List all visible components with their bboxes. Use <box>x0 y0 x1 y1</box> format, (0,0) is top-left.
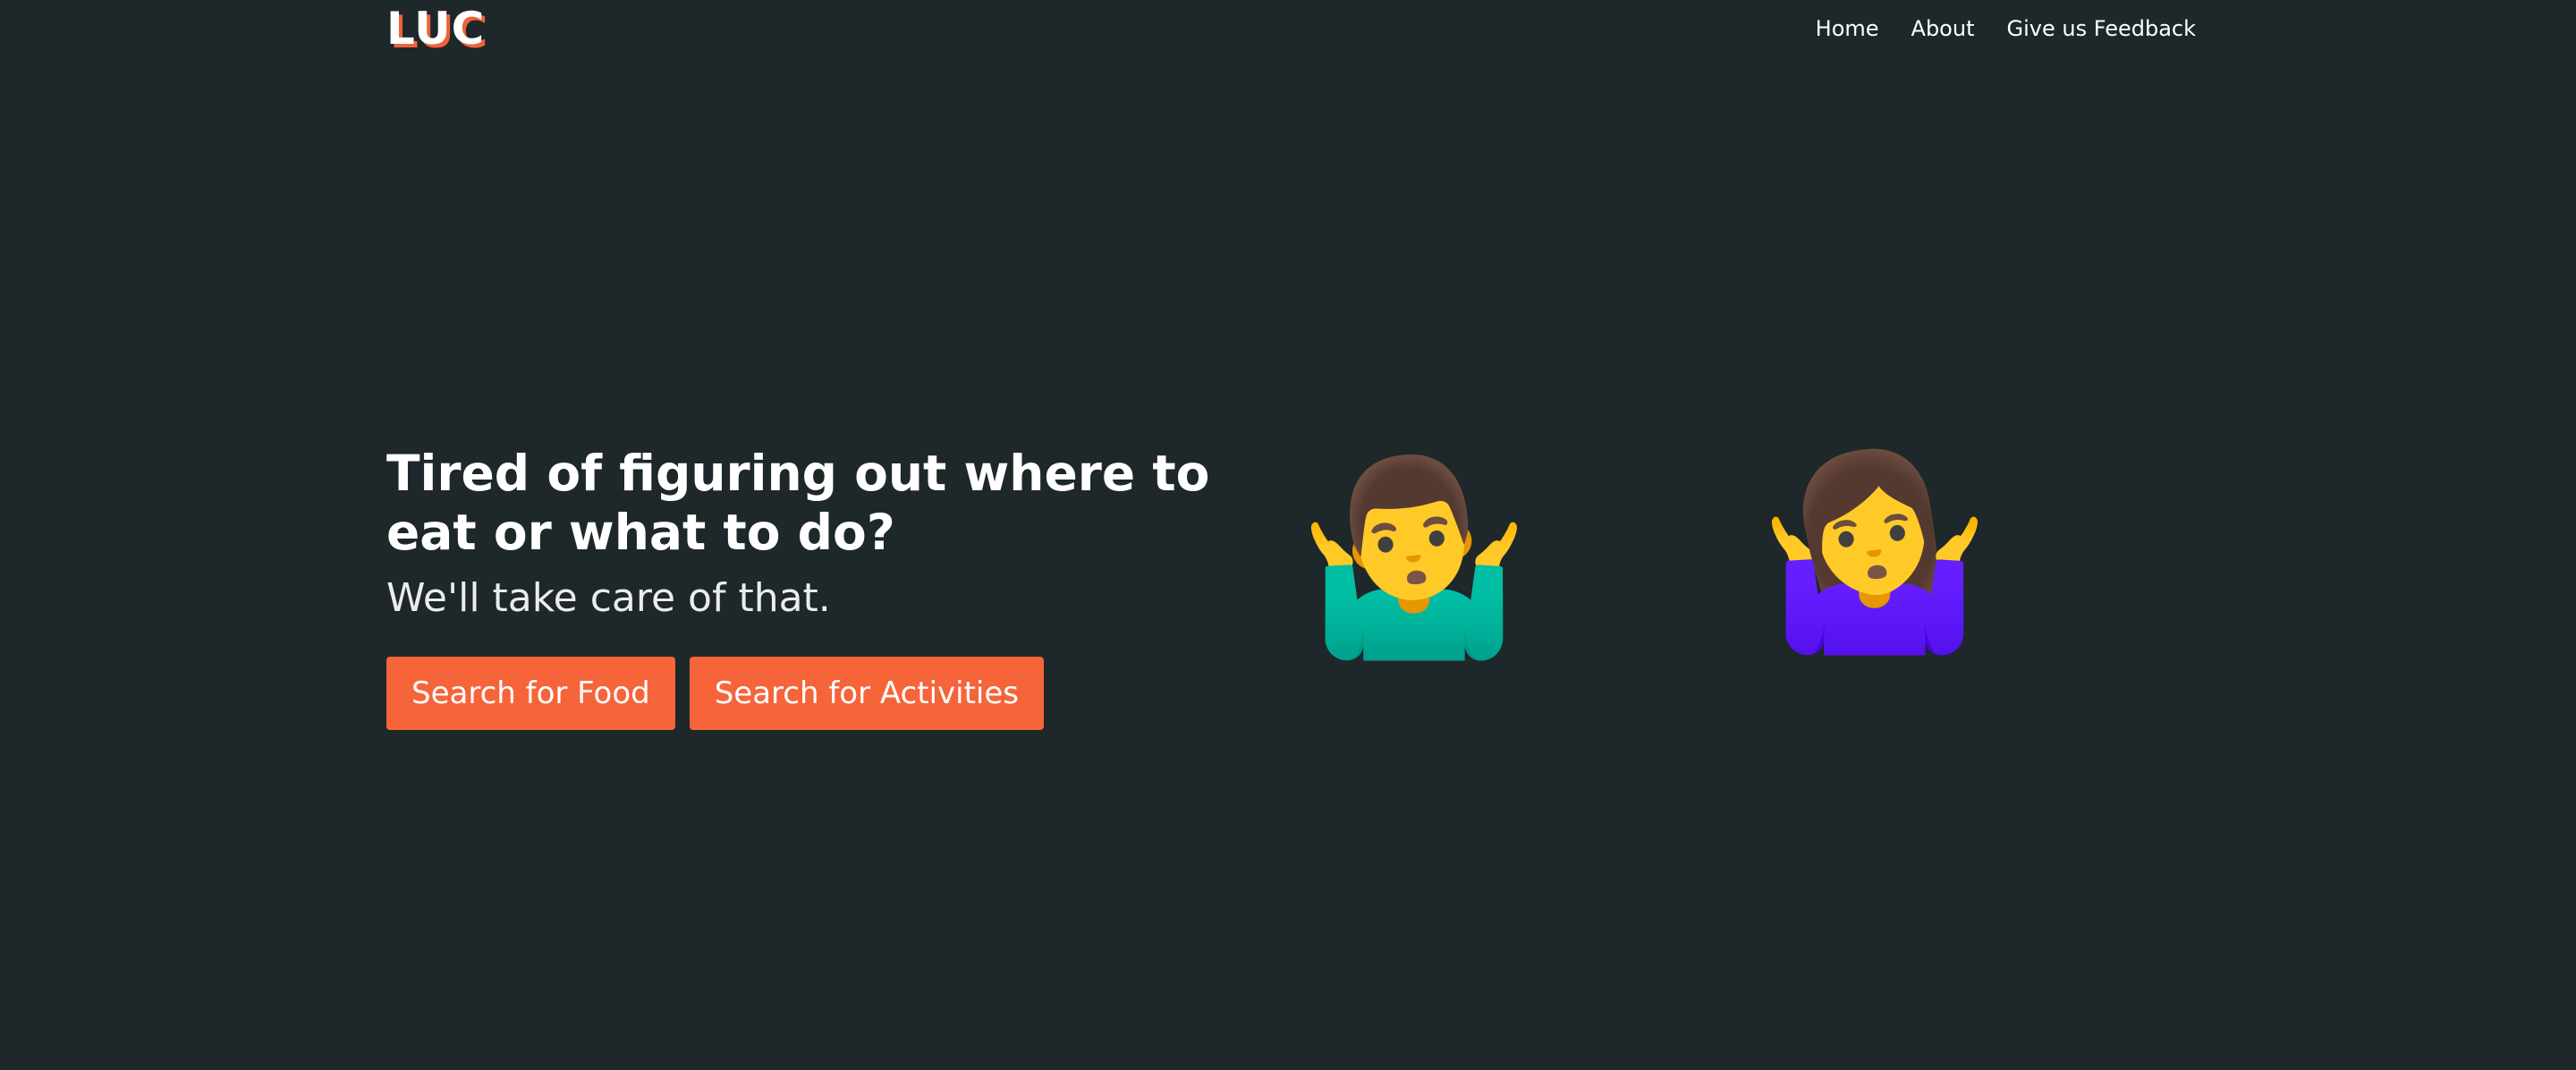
nav-about-link[interactable]: About <box>1911 13 1975 45</box>
hero-buttons: Search for Food Search for Activities <box>386 657 1263 730</box>
hero-headline: Tired of figuring out where to eat or wh… <box>386 445 1210 561</box>
man-shrugging-icon: 🤷‍♂️ <box>1297 447 1531 667</box>
landing-page: LUC Home About Give us Feedback Tired of… <box>0 0 2576 1070</box>
search-food-button[interactable]: Search for Food <box>386 657 675 730</box>
search-activities-button[interactable]: Search for Activities <box>689 657 1045 730</box>
woman-shrugging-icon: 🤷‍♀️ <box>1758 442 1992 661</box>
hero-subheadline: We'll take care of that. <box>386 575 831 621</box>
top-nav: Home About Give us Feedback <box>1816 13 2196 45</box>
hero-section: Tired of figuring out where to eat or wh… <box>386 444 1263 730</box>
nav-feedback-link[interactable]: Give us Feedback <box>2007 13 2197 45</box>
nav-home-link[interactable]: Home <box>1816 13 1879 45</box>
site-logo[interactable]: LUC <box>386 2 485 55</box>
